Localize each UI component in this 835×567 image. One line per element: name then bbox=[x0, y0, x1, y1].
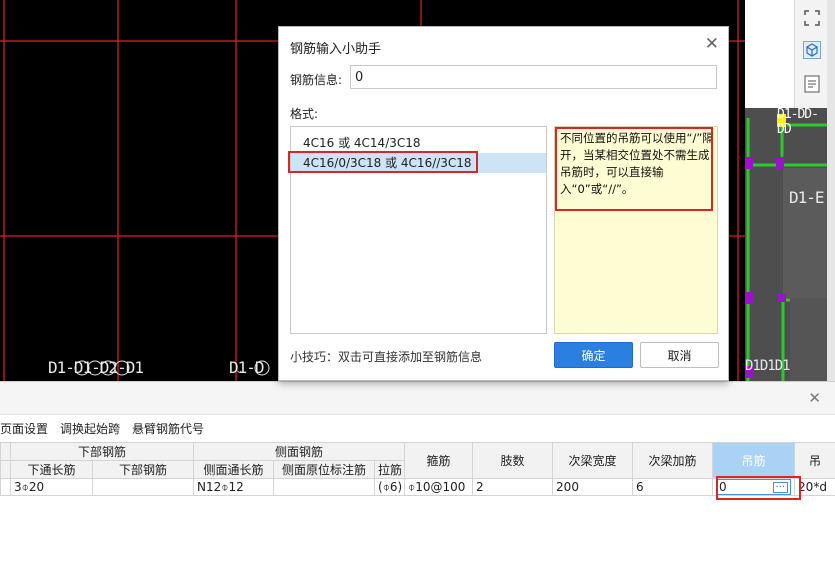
3d-view-icon[interactable] bbox=[802, 40, 822, 60]
cell-side-marked[interactable] bbox=[274, 479, 375, 496]
cell-sec-beam-bars[interactable]: 6 bbox=[633, 479, 713, 496]
cell-extra[interactable]: 20*d bbox=[795, 479, 835, 496]
beam-rebar-table: 下部钢筋 侧面钢筋 箍筋 肢数 次梁宽度 次梁加筋 吊筋 吊 下通长筋 下部钢筋… bbox=[0, 442, 835, 496]
header-bottom-through[interactable]: 下通长筋 bbox=[11, 461, 93, 479]
cantilever-code-button[interactable]: 悬臂钢筋代号 bbox=[132, 420, 204, 437]
column-node bbox=[778, 294, 786, 302]
cad-beam-label: D1-E bbox=[789, 188, 824, 207]
cell-hanger[interactable]: 0 ··· bbox=[713, 479, 795, 496]
header-side-through[interactable]: 侧面通长筋 bbox=[194, 461, 274, 479]
table-header-cell bbox=[1, 461, 11, 479]
column-node bbox=[745, 292, 753, 304]
dialog-title: 钢筋输入小助手 bbox=[290, 38, 381, 57]
page-setup-button[interactable]: 页面设置 bbox=[0, 420, 48, 437]
header-bottom-extra[interactable]: 下部钢筋 bbox=[93, 461, 194, 479]
header-stirrup[interactable]: 箍筋 bbox=[405, 443, 473, 479]
rebar-info-input[interactable] bbox=[350, 65, 717, 89]
format-option-selected[interactable]: 4C16/0/3C18 或 4C16//3C18 bbox=[291, 153, 546, 173]
hanger-value: 0 bbox=[719, 480, 727, 494]
beam-attribute-panel: ✕ 页面设置 调换起始跨 悬臂钢筋代号 下部钢筋 侧面钢筋 箍筋 肢数 次梁宽度… bbox=[0, 381, 835, 567]
cad-canvas-right[interactable]: D1-E D1D1D1 D1-DD-DD bbox=[745, 108, 827, 381]
view-toolbar bbox=[794, 0, 828, 108]
format-list[interactable]: 4C16 或 4C14/3C18 4C16/0/3C18 或 4C16//3C1… bbox=[290, 126, 547, 334]
header-hanger[interactable]: 吊筋 bbox=[713, 443, 795, 479]
cell-legs[interactable]: 2 bbox=[473, 479, 553, 496]
tip-text: 不同位置的吊筋可以使用“/”隔开，当某相交位置处不需生成吊筋时，可以直接输入“0… bbox=[560, 130, 715, 198]
swap-start-span-button[interactable]: 调换起始跨 bbox=[60, 420, 120, 437]
column-node bbox=[745, 157, 753, 169]
header-sec-beam-width[interactable]: 次梁宽度 bbox=[553, 443, 633, 479]
cell-bottom-extra[interactable] bbox=[93, 479, 194, 496]
format-label: 格式: bbox=[290, 105, 318, 122]
cell-bottom-through[interactable]: 3⌽20 bbox=[11, 479, 93, 496]
tip-box: 不同位置的吊筋可以使用“/”隔开，当某相交位置处不需生成吊筋时，可以直接输入“0… bbox=[554, 126, 718, 334]
hanger-editor[interactable]: 0 ··· bbox=[716, 479, 791, 495]
ok-button[interactable]: 确定 bbox=[554, 342, 633, 368]
fullscreen-icon[interactable] bbox=[802, 8, 822, 28]
format-option[interactable]: 4C16 或 4C14/3C18 bbox=[291, 133, 546, 153]
cell-tie[interactable]: (⌽6) bbox=[375, 479, 405, 496]
cad-beams bbox=[745, 108, 827, 381]
table-header-cell bbox=[1, 443, 11, 461]
header-sec-beam-bars[interactable]: 次梁加筋 bbox=[633, 443, 713, 479]
canvas-scrollbar[interactable] bbox=[827, 0, 835, 381]
column-node bbox=[776, 157, 784, 169]
properties-list-icon[interactable] bbox=[802, 74, 822, 94]
table-row: 3⌽20 N12⌽12 (⌽6) ⌽10@100 2 200 6 0 ··· 2… bbox=[1, 479, 835, 496]
close-icon[interactable]: ✕ bbox=[705, 34, 719, 54]
header-side-rebar: 侧面钢筋 bbox=[194, 443, 405, 461]
cad-beam-label: D1D1D1 bbox=[745, 358, 790, 374]
cell-side-through[interactable]: N12⌽12 bbox=[194, 479, 274, 496]
header-bottom-rebar: 下部钢筋 bbox=[11, 443, 194, 461]
header-extra[interactable]: 吊 bbox=[795, 443, 835, 479]
cell-stirrup[interactable]: ⌽10@100 bbox=[405, 479, 473, 496]
cancel-button[interactable]: 取消 bbox=[640, 342, 719, 368]
rebar-input-dialog: 钢筋输入小助手 ✕ 钢筋信息: 格式: 4C16 或 4C14/3C18 4C1… bbox=[278, 26, 729, 381]
cell-sec-beam-width[interactable]: 200 bbox=[553, 479, 633, 496]
panel-close-icon[interactable]: ✕ bbox=[808, 389, 821, 407]
panel-header: ✕ bbox=[0, 382, 835, 415]
hint-text: 小技巧：双击可直接添加至钢筋信息 bbox=[290, 348, 482, 365]
cad-beam-label: D1-D1-D2-D1 bbox=[48, 358, 143, 377]
header-side-marked[interactable]: 侧面原位标注筋 bbox=[274, 461, 375, 479]
panel-toolbar: 页面设置 调换起始跨 悬臂钢筋代号 bbox=[0, 415, 835, 441]
cad-beam-label: D1-DD-DD bbox=[777, 108, 827, 137]
header-legs[interactable]: 肢数 bbox=[473, 443, 553, 479]
rebar-info-label: 钢筋信息: bbox=[290, 71, 342, 88]
header-tie[interactable]: 拉筋 bbox=[375, 461, 405, 479]
ellipsis-button-icon[interactable]: ··· bbox=[773, 482, 789, 493]
canvas-collapse-icon[interactable]: ⌄ bbox=[235, 365, 243, 376]
row-marker-cell bbox=[1, 479, 11, 496]
table-group-header-row: 下部钢筋 侧面钢筋 箍筋 肢数 次梁宽度 次梁加筋 吊筋 吊 bbox=[1, 443, 835, 461]
